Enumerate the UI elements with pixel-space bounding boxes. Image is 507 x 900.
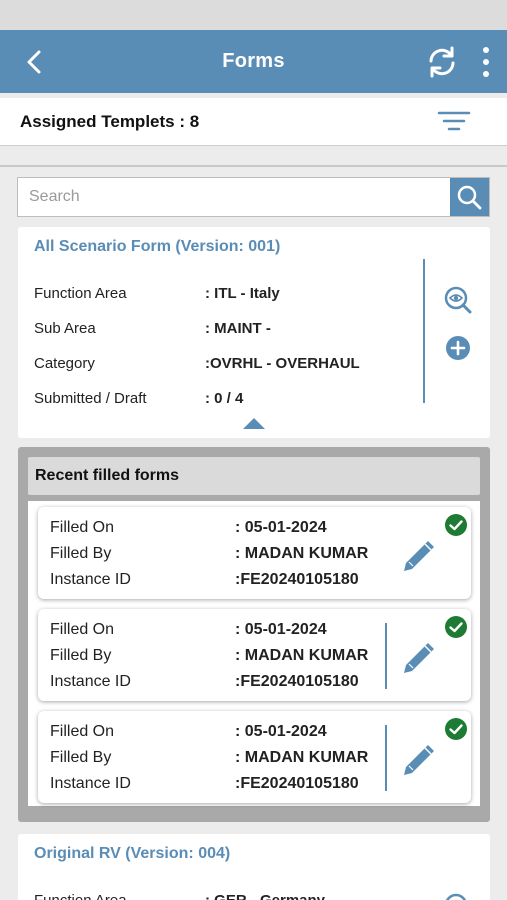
filled-by-value: : MADAN KUMAR xyxy=(235,647,369,664)
divider xyxy=(0,165,507,167)
filled-on-label: Filled On xyxy=(50,723,115,740)
field-value: :OVRHL - OVERHAUL xyxy=(205,355,360,372)
item-divider xyxy=(385,725,387,791)
list-item[interactable]: Filled On : 05-01-2024 Filled By : MADAN… xyxy=(38,711,471,803)
instance-id-value: :FE20240105180 xyxy=(235,571,359,588)
check-circle-icon xyxy=(445,514,467,536)
check-circle-icon xyxy=(445,718,467,740)
pencil-icon[interactable] xyxy=(398,741,438,781)
field-label: Sub Area xyxy=(34,320,96,337)
sync-icon[interactable] xyxy=(424,44,460,80)
recent-list: Filled On : 05-01-2024 Filled By : MADAN… xyxy=(28,501,480,806)
collapse-arrow-icon[interactable] xyxy=(242,416,266,430)
app-bar: Forms xyxy=(0,30,507,93)
recent-filled-forms-panel: Recent filled forms Filled On : 05-01-20… xyxy=(18,447,490,822)
field-label: Function Area xyxy=(34,892,127,900)
field-value: : GER - Germany xyxy=(205,892,325,900)
plus-circle-icon[interactable] xyxy=(443,334,473,364)
filter-icon[interactable] xyxy=(436,108,472,134)
filled-by-value: : MADAN KUMAR xyxy=(235,749,369,766)
filled-by-value: : MADAN KUMAR xyxy=(235,545,369,562)
filled-by-label: Filled By xyxy=(50,749,112,766)
field-label: Category xyxy=(34,355,95,372)
filled-on-label: Filled On xyxy=(50,519,115,536)
field-label: Submitted / Draft xyxy=(34,390,147,407)
search-input[interactable] xyxy=(18,178,451,216)
more-vertical-icon[interactable] xyxy=(476,44,496,80)
form-template-card[interactable]: Original RV (Version: 004) Function Area… xyxy=(18,834,490,900)
field-value: : 0 / 4 xyxy=(205,390,244,407)
item-divider xyxy=(385,623,387,689)
pencil-icon[interactable] xyxy=(398,537,438,577)
field-value: : ITL - Italy xyxy=(205,285,280,302)
eye-zoom-icon[interactable] xyxy=(443,285,473,315)
check-circle-icon xyxy=(445,616,467,638)
recent-header: Recent filled forms xyxy=(28,457,480,495)
field-label: Function Area xyxy=(34,285,127,302)
instance-id-label: Instance ID xyxy=(50,571,131,588)
filled-by-label: Filled By xyxy=(50,647,112,664)
list-item[interactable]: Filled On : 05-01-2024 Filled By : MADAN… xyxy=(38,609,471,701)
form-template-card[interactable]: All Scenario Form (Version: 001) Functio… xyxy=(18,227,490,438)
pencil-icon[interactable] xyxy=(398,639,438,679)
filled-on-value: : 05-01-2024 xyxy=(235,723,327,740)
eye-zoom-icon[interactable] xyxy=(443,892,473,900)
instance-id-label: Instance ID xyxy=(50,673,131,690)
search-button[interactable] xyxy=(450,178,489,216)
status-bar xyxy=(0,0,507,30)
search-icon xyxy=(457,185,482,210)
form-title: All Scenario Form (Version: 001) xyxy=(34,238,281,255)
card-divider xyxy=(423,259,425,403)
field-value: : MAINT - xyxy=(205,320,271,337)
filled-on-value: : 05-01-2024 xyxy=(235,621,327,638)
form-title: Original RV (Version: 004) xyxy=(34,845,231,862)
search-bar xyxy=(17,177,490,217)
instance-id-label: Instance ID xyxy=(50,775,131,792)
filled-by-label: Filled By xyxy=(50,545,112,562)
assigned-templates-count: Assigned Templets : 8 xyxy=(20,112,200,131)
filled-on-value: : 05-01-2024 xyxy=(235,519,327,536)
instance-id-value: :FE20240105180 xyxy=(235,673,359,690)
filled-on-label: Filled On xyxy=(50,621,115,638)
list-item[interactable]: Filled On : 05-01-2024 Filled By : MADAN… xyxy=(38,507,471,599)
instance-id-value: :FE20240105180 xyxy=(235,775,359,792)
assigned-templates-bar: Assigned Templets : 8 xyxy=(0,98,507,146)
recent-title: Recent filled forms xyxy=(35,467,180,484)
